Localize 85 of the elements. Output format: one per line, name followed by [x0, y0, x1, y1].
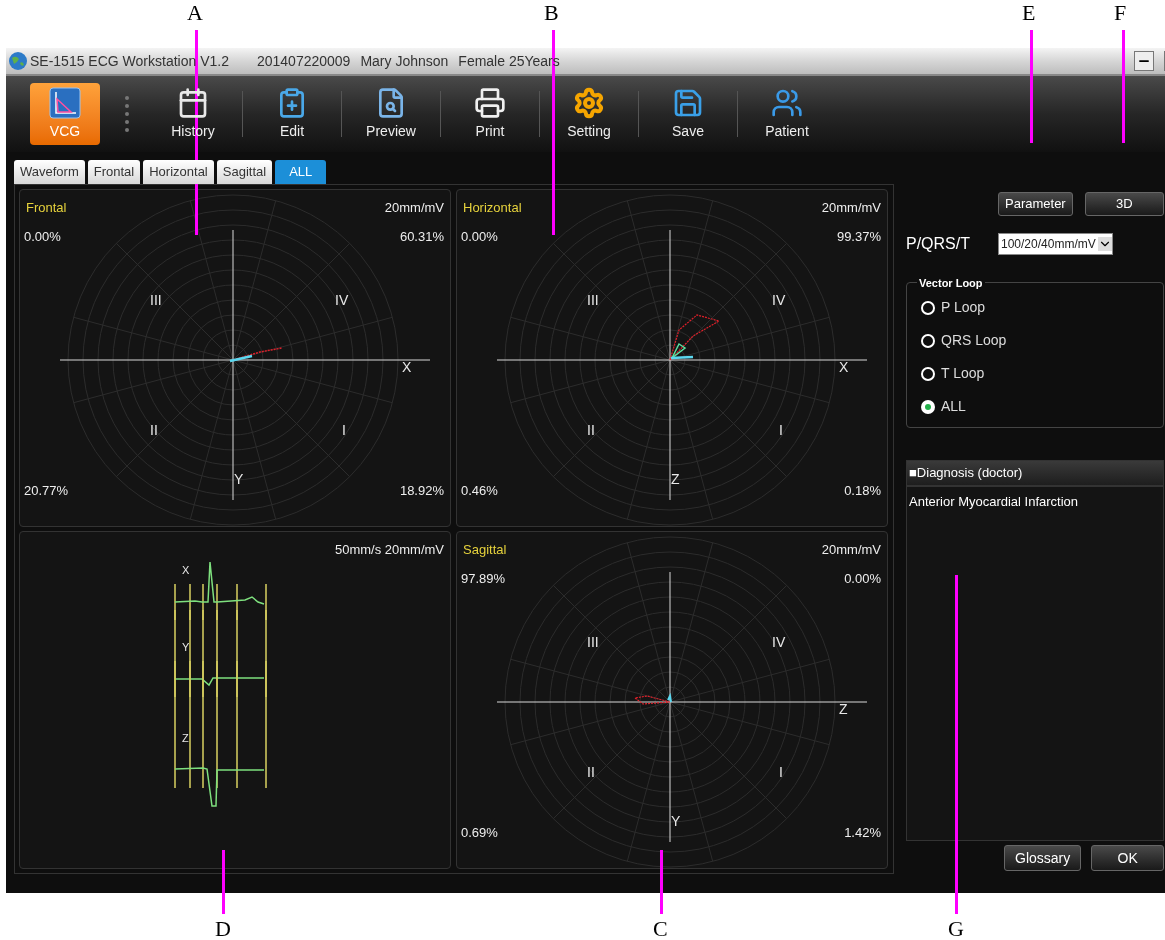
percentage-label: 1.42% [844, 823, 881, 842]
axis-label: Y [234, 471, 244, 487]
leader-line [222, 850, 225, 914]
footer-button[interactable]: Glossary [1004, 845, 1082, 871]
quadrant-label: III [587, 292, 599, 308]
panel-button[interactable]: Parameter [998, 192, 1073, 216]
percentage-label: 20.77% [24, 481, 69, 500]
toolbar-button[interactable]: Edit [257, 83, 327, 145]
callout-letter: F [1114, 2, 1127, 24]
diagnosis-text-area[interactable]: Anterior Myocardial Infarction [906, 486, 1164, 841]
callout-letter: B [544, 2, 559, 24]
quadrant-label: I [342, 422, 346, 438]
diagnosis-header: ■Diagnosis (doctor) [906, 460, 1164, 486]
radio-label: ALL [941, 397, 966, 416]
quadrant-label: I [779, 764, 783, 780]
leader-line [660, 850, 663, 914]
axis-label: Y [671, 813, 681, 829]
quadrant-label: II [587, 422, 595, 438]
minimize-button[interactable] [1134, 51, 1154, 71]
toolbar-button[interactable]: Patient [752, 83, 822, 145]
panel-button[interactable]: 3D [1084, 192, 1164, 216]
printer-icon [474, 86, 506, 119]
scale-label: 20mm/mV [821, 541, 881, 559]
quadrant-label: III [150, 292, 162, 308]
toolbar-button[interactable]: Preview [356, 83, 426, 145]
chart-icon [49, 86, 81, 119]
lead-label: Z [182, 732, 189, 744]
axis-label: Z [839, 701, 848, 717]
patient-name: Mary Johnson [360, 51, 449, 71]
scale-dropdown[interactable]: 100/20/40mm/mV [998, 233, 1113, 255]
axis-label: X [839, 359, 849, 375]
radio-label: QRS Loop [941, 331, 1007, 350]
plot-title: Frontal [26, 199, 67, 217]
calendar-icon [177, 86, 209, 119]
quadrant-label: IV [335, 292, 349, 308]
plot-title: Horizontal [463, 199, 522, 217]
view-tab[interactable]: Frontal [87, 160, 141, 184]
percentage-label: 0.46% [461, 481, 498, 500]
callout-letter: G [948, 918, 964, 940]
record-id: 201407220009 [256, 51, 351, 71]
quadrant-label: II [150, 422, 158, 438]
axis-label: X [402, 359, 412, 375]
callout-letter: E [1022, 2, 1036, 24]
percentage-label: 0.18% [844, 481, 881, 500]
globe-icon [8, 51, 28, 71]
quadrant-label: IV [772, 292, 786, 308]
percentage-label: 0.00% [24, 228, 61, 246]
radio-button[interactable] [921, 399, 935, 414]
callout-letter: C [653, 918, 668, 940]
toolbar-button[interactable]: Save [653, 83, 723, 145]
pqrst-label: P/QRS/T [906, 234, 970, 254]
percentage-label: 99.37% [836, 228, 881, 246]
view-tab[interactable]: Sagittal [216, 160, 273, 184]
scale-label: 20mm/mV [821, 199, 881, 217]
scale-label: 50mm/s 20mm/mV [334, 541, 444, 559]
percentage-label: 18.92% [399, 481, 444, 500]
gear-icon [573, 86, 605, 119]
quadrant-label: II [587, 764, 595, 780]
callout-letter: A [187, 2, 203, 24]
footer-button[interactable]: OK [1091, 845, 1164, 871]
radio-label: P Loop [941, 298, 986, 317]
lead-label: Y [182, 641, 190, 653]
quadrant-label: IV [772, 634, 786, 650]
view-tab[interactable]: ALL [275, 160, 327, 184]
radio-button[interactable] [921, 366, 935, 381]
plot-title: Sagittal [463, 541, 507, 559]
quadrant-label: III [587, 634, 599, 650]
view-tab[interactable]: Waveform [14, 160, 85, 184]
percentage-label: 0.00% [461, 228, 498, 246]
radio-button[interactable] [921, 300, 935, 315]
radio-button[interactable] [921, 333, 935, 348]
toolbar-button[interactable]: Print [455, 83, 525, 145]
percentage-label: 97.89% [461, 570, 506, 588]
percentage-label: 0.00% [844, 570, 881, 588]
axis-label: Z [671, 471, 680, 487]
radio-label: T Loop [941, 364, 985, 383]
lead-label: X [182, 564, 190, 576]
percentage-label: 60.31% [399, 228, 444, 246]
percentage-label: 0.69% [461, 823, 498, 842]
view-tab[interactable]: Horizontal [143, 160, 214, 184]
chevron-down-icon [1097, 237, 1112, 251]
callout-letter: D [215, 918, 231, 940]
scale-label: 20mm/mV [384, 199, 444, 217]
quadrant-label: I [779, 422, 783, 438]
toolbar-button[interactable]: Setting [554, 83, 624, 145]
